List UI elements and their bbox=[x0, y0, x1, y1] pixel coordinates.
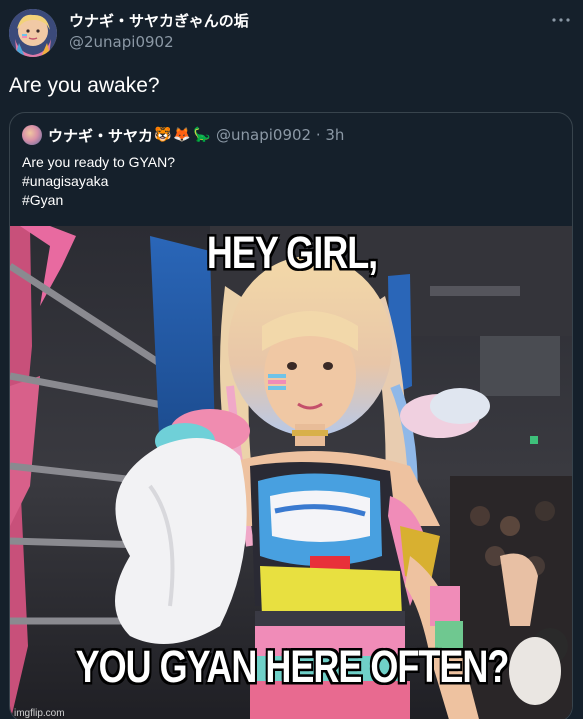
meme-top-text: HEY GIRL, bbox=[206, 226, 379, 279]
author-name[interactable]: ウナギ・サヤカぎゃんの垢 bbox=[69, 10, 249, 31]
quoted-text-line: Are you ready to GYAN? bbox=[22, 154, 176, 170]
tiger-emoji: 🐯 bbox=[154, 127, 172, 143]
tweet[interactable]: ウナギ・サヤカぎゃんの垢 @2unapi0902 Are you awake? … bbox=[0, 0, 583, 719]
quoted-author-name[interactable]: ウナギ・サヤカ bbox=[48, 125, 153, 146]
hashtag-link[interactable]: #unagisayaka bbox=[22, 172, 175, 191]
quoted-tweet-text: Are you ready to GYAN? #unagisayaka #Gya… bbox=[22, 153, 175, 210]
tweet-text: Are you awake? bbox=[9, 74, 160, 97]
fox-emoji: 🦊 bbox=[173, 127, 191, 143]
hashtag-link[interactable]: #Gyan bbox=[22, 191, 175, 210]
meme-image[interactable]: HEY GIRL, YOU GYAN HERE OFTEN? imgflip.c… bbox=[10, 226, 572, 719]
quoted-tweet[interactable]: ウナギ・サヤカ 🐯 🦊 🦕 @unapi0902 · 3h Are you re… bbox=[9, 112, 573, 719]
quoted-author-avatar[interactable] bbox=[22, 125, 42, 145]
quoted-handle-time[interactable]: @unapi0902 · 3h bbox=[216, 126, 344, 144]
author-handle[interactable]: @2unapi0902 bbox=[69, 33, 174, 51]
more-icon[interactable] bbox=[549, 10, 573, 30]
author-avatar[interactable] bbox=[9, 9, 57, 57]
meme-bottom-text: YOU GYAN HERE OFTEN? bbox=[75, 640, 511, 694]
dinosaur-emoji: 🦕 bbox=[193, 127, 211, 143]
more-horizontal-icon bbox=[552, 18, 570, 22]
imgflip-watermark: imgflip.com bbox=[14, 708, 65, 719]
